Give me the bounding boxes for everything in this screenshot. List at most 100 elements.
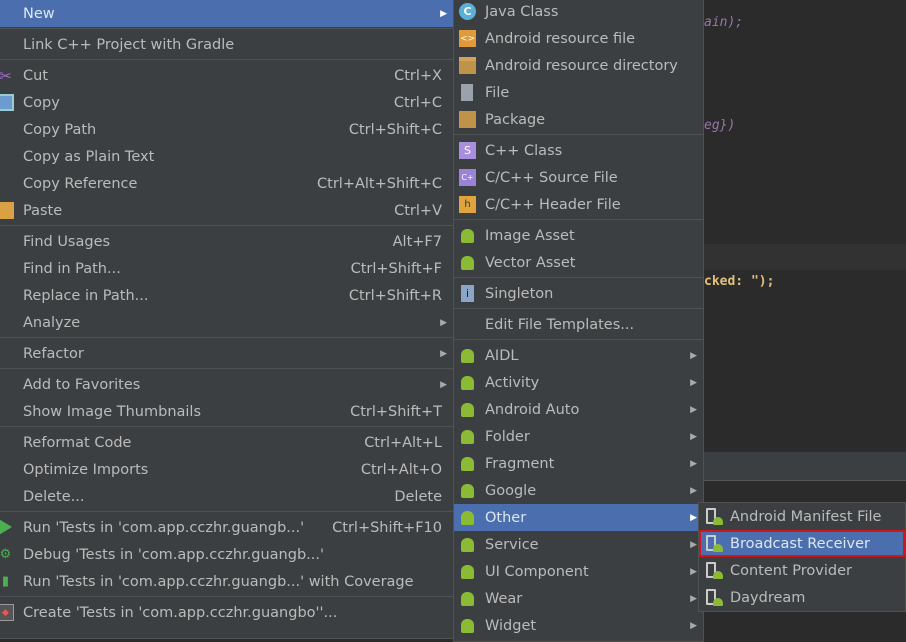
menu-item-google[interactable]: Google ▶ (454, 477, 703, 504)
menu-item-label: Optimize Imports (23, 461, 149, 478)
submenu-arrow-icon: ▶ (440, 348, 447, 359)
shortcut-label: Delete (394, 488, 442, 505)
menu-item-find-usages[interactable]: Find Usages Alt+F7 (0, 228, 453, 255)
tool-window-header (700, 452, 906, 481)
java-class-icon: C (459, 3, 476, 20)
submenu-arrow-icon: ▶ (690, 431, 697, 442)
menu-item-replace-in-path[interactable]: Replace in Path... Ctrl+Shift+R (0, 282, 453, 309)
scissors-icon: ✂ (0, 66, 12, 85)
menu-item-edit-file-templates[interactable]: Edit File Templates... (454, 311, 703, 338)
file-icon (461, 84, 473, 101)
menu-item-optimize-imports[interactable]: Optimize Imports Ctrl+Alt+O (0, 456, 453, 483)
code-fragment: cked: "); (704, 274, 775, 289)
menu-item-service[interactable]: Service ▶ (454, 531, 703, 558)
menu-item-copy[interactable]: Copy Ctrl+C (0, 89, 453, 116)
menu-item-android-resource-directory[interactable]: Android resource directory (454, 52, 703, 79)
menu-item-label: Find Usages (23, 233, 111, 250)
android-icon (459, 617, 476, 634)
menu-item-label: Delete... (23, 488, 85, 505)
menu-item-label: Wear (485, 590, 523, 607)
menu-item-link-c-project-with-gradle[interactable]: Link C++ Project with Gradle (0, 31, 453, 58)
submenu-arrow-icon: ▶ (690, 485, 697, 496)
menu-item-label: Broadcast Receiver (730, 535, 870, 552)
android-icon (459, 401, 476, 418)
menu-item-fragment[interactable]: Fragment ▶ (454, 450, 703, 477)
menu-item-label: Edit File Templates... (485, 316, 635, 333)
menu-item-label: Show Image Thumbnails (23, 403, 202, 420)
menu-item-label: Link C++ Project with Gradle (23, 36, 235, 53)
current-line-highlight (700, 244, 906, 270)
shortcut-label: Ctrl+C (393, 94, 442, 111)
submenu-arrow-icon: ▶ (440, 8, 447, 19)
menu-item-android-resource-file[interactable]: <> Android resource file (454, 25, 703, 52)
menu-item-aidl[interactable]: AIDL ▶ (454, 342, 703, 369)
menu-item-run-tests-in-com-app-cczhr-guangb-with-coverage[interactable]: ▮ Run 'Tests in 'com.app.cczhr.guangb...'… (0, 568, 453, 595)
menu-item-c-class[interactable]: S C++ Class (454, 137, 703, 164)
shortcut-label: Ctrl+X (394, 67, 442, 84)
menu-item-label: Android Manifest File (730, 508, 882, 525)
menu-item-show-image-thumbnails[interactable]: Show Image Thumbnails Ctrl+Shift+T (0, 398, 453, 425)
android-icon (459, 227, 476, 244)
menu-item-delete[interactable]: Delete... Delete (0, 483, 453, 510)
menu-item-label: Copy Path (23, 121, 97, 138)
menu-item-java-class[interactable]: C Java Class (454, 0, 703, 25)
paste-icon (0, 202, 14, 219)
menu-item-image-asset[interactable]: Image Asset (454, 222, 703, 249)
menu-item-folder[interactable]: Folder ▶ (454, 423, 703, 450)
shortcut-label: Ctrl+V (394, 202, 442, 219)
menu-item-label: Other (485, 509, 527, 526)
menu-item-content-provider[interactable]: Content Provider (699, 557, 905, 584)
submenu-arrow-icon: ▶ (690, 404, 697, 415)
menu-item-label: Fragment (485, 455, 555, 472)
menu-item-label: Copy as Plain Text (23, 148, 155, 165)
menu-item-vector-asset[interactable]: Vector Asset (454, 249, 703, 276)
menu-item-label: Android Auto (485, 401, 580, 418)
menu-item-singleton[interactable]: i Singleton (454, 280, 703, 307)
menu-item-wear[interactable]: Wear ▶ (454, 585, 703, 612)
menu-item-label: Cut (23, 67, 48, 84)
submenu-arrow-icon: ▶ (690, 350, 697, 361)
menu-item-copy-as-plain-text[interactable]: Copy as Plain Text (0, 143, 453, 170)
menu-item-new[interactable]: New ▶ (0, 0, 453, 27)
package-icon (459, 111, 476, 128)
cpp-source-icon: C+ (459, 169, 476, 186)
menu-item-label: UI Component (485, 563, 589, 580)
menu-item-analyze[interactable]: Analyze ▶ (0, 309, 453, 336)
menu-item-reformat-code[interactable]: Reformat Code Ctrl+Alt+L (0, 429, 453, 456)
submenu-arrow-icon: ▶ (440, 317, 447, 328)
android-file-icon (704, 535, 723, 552)
menu-item-label: Widget (485, 617, 537, 634)
menu-item-ui-component[interactable]: UI Component ▶ (454, 558, 703, 585)
menu-item-daydream[interactable]: Daydream (699, 584, 905, 611)
menu-item-file[interactable]: File (454, 79, 703, 106)
menu-item-paste[interactable]: Paste Ctrl+V (0, 197, 453, 224)
run-icon (0, 518, 12, 536)
android-file-icon (704, 508, 723, 525)
menu-item-create-tests-in-com-app-cczhr-guangbo[interactable]: ◆ Create 'Tests in 'com.app.cczhr.guangbo… (0, 599, 453, 626)
menu-item-label: File (485, 84, 510, 101)
menu-item-broadcast-receiver[interactable]: Broadcast Receiver (699, 530, 905, 557)
menu-item-android-auto[interactable]: Android Auto ▶ (454, 396, 703, 423)
menu-item-other[interactable]: Other ▶ (454, 504, 703, 531)
menu-item-package[interactable]: Package (454, 106, 703, 133)
other-submenu: Android Manifest File Broadcast Receiver C… (698, 502, 906, 612)
menu-item-c-c-source-file[interactable]: C+ C/C++ Source File (454, 164, 703, 191)
menu-item-run-tests-in-com-app-cczhr-guangb[interactable]: Run 'Tests in 'com.app.cczhr.guangb...' C… (0, 514, 453, 541)
submenu-arrow-icon: ▶ (690, 566, 697, 577)
menu-item-activity[interactable]: Activity ▶ (454, 369, 703, 396)
menu-item-find-in-path[interactable]: Find in Path... Ctrl+Shift+F (0, 255, 453, 282)
menu-item-copy-path[interactable]: Copy Path Ctrl+Shift+C (0, 116, 453, 143)
android-icon (459, 455, 476, 472)
menu-item-refactor[interactable]: Refactor ▶ (0, 340, 453, 367)
menu-item-c-c-header-file[interactable]: h C/C++ Header File (454, 191, 703, 218)
submenu-arrow-icon: ▶ (690, 458, 697, 469)
android-icon (459, 563, 476, 580)
menu-item-android-manifest-file[interactable]: Android Manifest File (699, 503, 905, 530)
menu-item-add-to-favorites[interactable]: Add to Favorites ▶ (0, 371, 453, 398)
menu-item-debug-tests-in-com-app-cczhr-guangb[interactable]: ⚙ Debug 'Tests in 'com.app.cczhr.guangb..… (0, 541, 453, 568)
menu-item-copy-reference[interactable]: Copy Reference Ctrl+Alt+Shift+C (0, 170, 453, 197)
menu-item-cut[interactable]: ✂ Cut Ctrl+X (0, 62, 453, 89)
menu-item-label: Find in Path... (23, 260, 121, 277)
shortcut-label: Ctrl+Alt+O (360, 461, 442, 478)
copy-icon (0, 94, 14, 111)
